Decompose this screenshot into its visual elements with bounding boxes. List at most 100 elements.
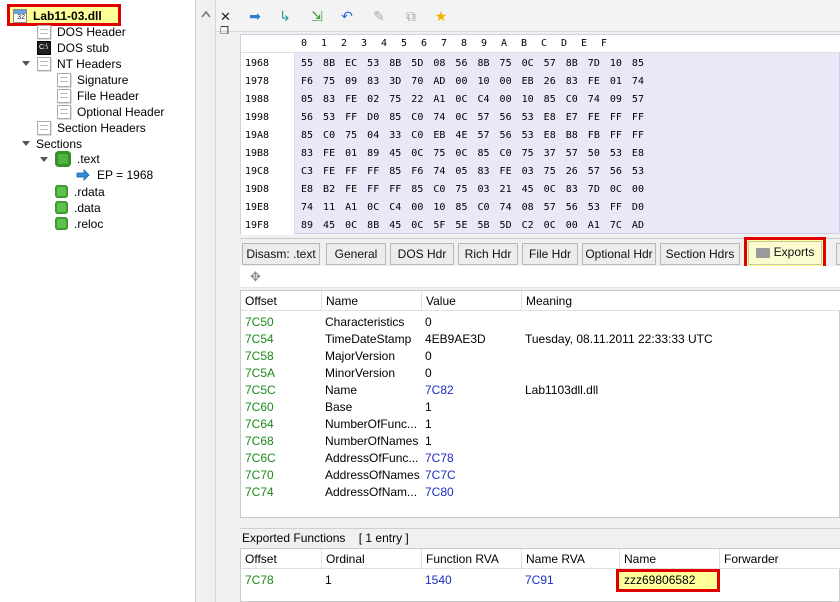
page-icon [57,105,71,119]
hex-bytes[interactable]: 05 83 FE 02 75 22 A1 0C C4 00 10 85 C0 7… [301,91,644,109]
hex-bytes[interactable]: 85 C0 75 04 33 C0 EB 4E 57 56 53 E8 B8 F… [301,127,644,145]
tree-item-reloc-section[interactable]: .reloc [55,216,103,232]
tree-item-section-headers[interactable]: Section Headers [37,120,146,136]
table-row[interactable]: 7C78 1 1540 7C91 zzz69806582 [241,569,840,592]
col-ef-name[interactable]: Name [619,549,719,569]
hex-col-header: 4 [381,38,388,49]
col-ef-function-rva[interactable]: Function RVA [421,549,521,569]
table-row[interactable]: 7C50 Characteristics 0 [241,314,840,331]
hex-bytes[interactable]: C3 FE FF FF 85 F6 74 05 83 FE 03 75 26 5… [301,163,644,181]
go-forward-icon[interactable]: ➡ [246,7,264,25]
cell-name: MajorVersion [325,349,396,363]
tab-exports[interactable]: Exports [748,241,822,265]
tree-item-data-section[interactable]: .data [55,200,101,216]
tab-disasm-text[interactable]: Disasm: .text [242,243,320,265]
hex-address: 19A8 [245,130,270,141]
scroll-up-icon[interactable] [201,10,211,18]
exported-functions-header: Offset Ordinal Function RVA Name RVA Nam… [241,549,840,569]
cell-name: NumberOfFunc... [325,417,418,431]
tree-item-sections[interactable]: Sections [36,136,82,152]
copy-icon[interactable]: ⧉ [402,7,420,25]
dll-file-icon [13,9,27,23]
table-row[interactable]: 7C70 AddressOfNames 7C7C [241,467,840,484]
hex-address: 1988 [245,94,270,105]
hex-address: 19F8 [245,220,270,231]
col-ef-name-rva[interactable]: Name RVA [521,549,619,569]
col-ef-forwarder[interactable]: Forwarder [719,549,840,569]
hex-col-header: 5 [401,38,408,49]
jump-icon[interactable]: ↳ [276,7,294,25]
hex-bytes[interactable]: 74 11 A1 0C C4 00 10 85 C0 74 08 57 56 5… [301,199,644,217]
hex-bytes[interactable]: 89 45 0C 8B 45 0C 5F 5E 5B 5D C2 0C 00 A… [301,217,644,235]
hex-bytes[interactable]: E8 B2 FE FF FF 85 C0 75 03 21 45 0C 83 7… [301,181,644,199]
tab-rich-hdr[interactable]: Rich Hdr [458,243,518,265]
hex-bytes[interactable]: 55 8B EC 53 8B 5D 08 56 8B 75 0C 57 8B 7… [301,55,644,73]
tree-item-dos-header[interactable]: DOS Header [37,24,126,40]
hex-bytes[interactable]: 56 53 FF D0 85 C0 74 0C 57 56 53 E8 E7 F… [301,109,644,127]
cell-value: 1 [425,417,432,431]
gear-icon [55,201,68,214]
pin-icon[interactable]: ✎ [370,7,388,25]
tree-item-signature[interactable]: Signature [57,72,128,88]
tree-item-dos-stub[interactable]: C:\ DOS stub [37,40,109,56]
tree-item-nt-headers[interactable]: NT Headers [37,56,121,72]
tab-general[interactable]: General [326,243,386,265]
hex-bytes[interactable]: 83 FE 01 89 45 0C 75 0C 85 C0 75 37 57 5… [301,145,644,163]
tab-section-hdrs[interactable]: Section Hdrs [660,243,740,265]
table-row[interactable]: 7C6C AddressOfFunc... 7C78 [241,450,840,467]
col-value[interactable]: Value [421,291,521,311]
table-row[interactable]: 7C58 MajorVersion 0 [241,348,840,365]
tree-item-optional-header[interactable]: Optional Header [57,104,164,120]
tree-item-text-section[interactable]: .text [55,151,100,167]
hex-col-header: 6 [421,38,428,49]
col-name[interactable]: Name [321,291,421,311]
undo-icon[interactable]: ↶ [338,7,356,25]
hex-col-header: 2 [341,38,348,49]
star-icon[interactable]: ★ [432,7,450,25]
hex-address: 1998 [245,112,270,123]
gear-icon [55,185,68,198]
move-icon[interactable]: ✥ [250,269,261,285]
tree-item-rdata-section[interactable]: .rdata [55,184,105,200]
tree-item-file-header[interactable]: File Header [57,88,139,104]
table-row[interactable]: 7C74 AddressOfNam... 7C80 [241,484,840,501]
hex-view[interactable]: 0 1 2 3 4 5 6 7 8 9 A B C D E F 1968 55 8B EC 53 8B 5D 0… [240,34,840,235]
expand-text-icon[interactable] [40,157,48,162]
tab-overflow[interactable] [836,243,840,265]
tab-optional-hdr[interactable]: Optional Hdr [582,243,656,265]
tree-item-entry-point[interactable]: EP = 1968 [75,167,153,183]
tab-file-hdr[interactable]: File Hdr [522,243,578,265]
col-offset[interactable]: Offset [241,291,321,311]
col-meaning[interactable]: Meaning [521,291,840,311]
close-icon[interactable]: ✕ [220,9,231,25]
cell-meaning: Tuesday, 08.11.2011 22:33:33 UTC [525,332,713,346]
table-row[interactable]: 7C60 Base 1 [241,399,840,416]
table-row[interactable]: 7C64 NumberOfFunc... 1 [241,416,840,433]
exports-table[interactable]: Offset Name Value Meaning 7C50 Characteri… [240,290,840,518]
hex-header: 0 1 2 3 4 5 6 7 8 9 A B C D E F [241,35,840,53]
tree-root[interactable]: Lab11-03.dll [13,8,102,24]
content-panel: ➡ ↳ ⇲ ↶ ✎ ⧉ ★ ✕ ❐ 0 1 2 3 4 5 6 7 8 9 A B C D E F 1968 5… [216,0,840,602]
page-icon [37,121,51,135]
restore-icon[interactable]: ❐ [220,26,229,37]
cell-name: AddressOfNam... [325,485,418,499]
table-row[interactable]: 7C54 TimeDateStamp 4EB9AE3D Tuesday, 08.11.… [241,331,840,348]
cell-offset: 7C5A [245,366,276,380]
hex-col-header: 9 [481,38,488,49]
table-row[interactable]: 7C68 NumberOfNames 1 [241,433,840,450]
hex-address: 19D8 [245,184,270,195]
expand-nt-headers-icon[interactable] [22,61,30,66]
tree-scrollbar[interactable] [196,0,216,602]
col-ef-ordinal[interactable]: Ordinal [321,549,421,569]
table-row[interactable]: 7C5A MinorVersion 0 [241,365,840,382]
terminal-icon: C:\ [37,41,51,55]
table-row[interactable]: 7C5C Name 7C82 Lab1103dll.dll [241,382,840,399]
exported-functions-table[interactable]: Offset Ordinal Function RVA Name RVA Nam… [240,548,840,602]
export-icon[interactable]: ⇲ [308,7,326,25]
page-icon [57,73,71,87]
expand-sections-icon[interactable] [22,141,30,146]
col-ef-offset[interactable]: Offset [241,549,321,569]
hex-col-header: A [501,38,508,49]
hex-bytes[interactable]: F6 75 09 83 3D 70 AD 00 10 00 EB 26 83 F… [301,73,644,91]
tab-dos-hdr[interactable]: DOS Hdr [390,243,454,265]
